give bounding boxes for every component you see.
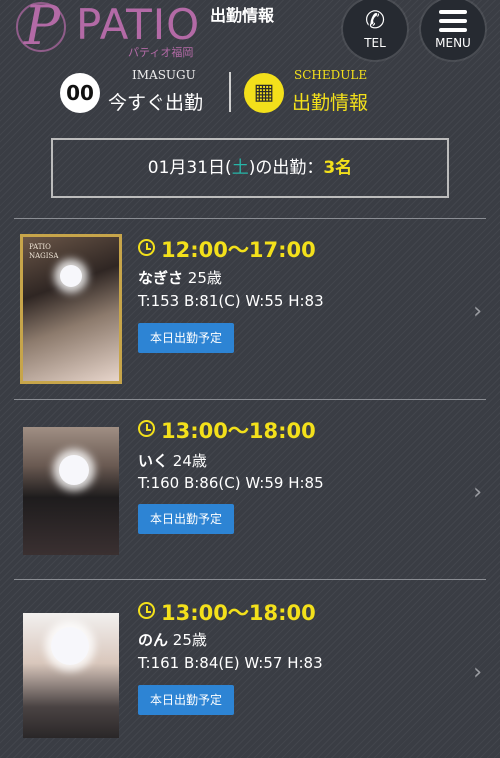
header: P PATIO パティオ福岡 出勤情報 ✆ TEL MENU bbox=[0, 0, 500, 62]
photo-watermark: PATIO NAGISA bbox=[29, 243, 59, 260]
chevron-right-icon[interactable]: › bbox=[473, 480, 482, 505]
nav-imasugu[interactable]: 00 IMASUGU 今すぐ出勤 bbox=[60, 68, 226, 116]
chevron-right-icon[interactable]: › bbox=[473, 299, 482, 324]
cast-name: いく bbox=[138, 452, 169, 470]
logo-subtext: パティオ福岡 bbox=[128, 46, 194, 59]
shift-time-text: 13:00〜18:00 bbox=[161, 419, 316, 443]
calendar-icon: ▦ bbox=[244, 73, 284, 113]
cast-name: なぎさ bbox=[138, 269, 184, 287]
status-badge[interactable]: 本日出勤予定 bbox=[138, 323, 234, 353]
clock-icon bbox=[138, 420, 155, 437]
cast-age: 25歳 bbox=[172, 631, 207, 649]
clock-icon bbox=[138, 602, 155, 619]
menu-label: MENU bbox=[435, 36, 471, 50]
imasugu-small-label: IMASUGU bbox=[132, 68, 196, 82]
cast-name-row: なぎさ 25歳 bbox=[138, 267, 222, 288]
cast-age: 24歳 bbox=[172, 452, 207, 470]
cast-name: のん bbox=[138, 631, 169, 649]
summary-day-of-week: 土 bbox=[231, 158, 249, 178]
cast-name-row: いく 24歳 bbox=[138, 450, 207, 471]
schedule-small-label: SCHEDULE bbox=[294, 68, 368, 82]
page-title: 出勤情報 bbox=[210, 6, 275, 25]
cast-stats: T:160 B:86(C) W:59 H:85 bbox=[138, 474, 324, 492]
shift-time: 13:00〜18:00 bbox=[138, 597, 316, 627]
shift-time: 12:00〜17:00 bbox=[138, 234, 316, 264]
summary-count: 3名 bbox=[323, 158, 353, 178]
top-nav: 00 IMASUGU 今すぐ出勤 ▦ SCHEDULE 出勤情報 bbox=[0, 68, 500, 116]
hamburger-icon bbox=[439, 10, 467, 32]
status-badge[interactable]: 本日出勤予定 bbox=[138, 504, 234, 534]
shift-time-text: 13:00〜18:00 bbox=[161, 601, 316, 625]
menu-button[interactable]: MENU bbox=[421, 0, 485, 60]
schedule-label: 出勤情報 bbox=[292, 92, 369, 114]
face-blur bbox=[59, 455, 89, 485]
logo-monogram: P bbox=[23, 0, 61, 57]
logo-text: PATIO bbox=[76, 0, 201, 49]
phone-icon: ✆ bbox=[364, 6, 386, 34]
cast-photo[interactable]: PATIO NAGISA bbox=[20, 234, 122, 384]
site-logo[interactable]: P PATIO パティオ福岡 bbox=[12, 0, 212, 59]
tel-label: TEL bbox=[364, 36, 386, 50]
shift-time-text: 12:00〜17:00 bbox=[161, 238, 316, 262]
face-blur bbox=[51, 627, 89, 665]
shift-time: 13:00〜18:00 bbox=[138, 415, 316, 445]
status-badge[interactable]: 本日出勤予定 bbox=[138, 685, 234, 715]
imasugu-label: 今すぐ出勤 bbox=[108, 92, 204, 114]
attendance-summary: 01月31日(土)の出勤：3名 bbox=[51, 138, 449, 198]
nav-schedule[interactable]: ▦ SCHEDULE 出勤情報 bbox=[244, 68, 404, 116]
nav-divider bbox=[229, 72, 231, 112]
cast-photo[interactable] bbox=[23, 427, 119, 555]
cast-entry[interactable]: PATIO NAGISA 12:00〜17:00 なぎさ 25歳 T:153 B… bbox=[14, 218, 486, 400]
summary-date-suffix: )の出勤： bbox=[248, 158, 324, 178]
imasugu-count-badge: 00 bbox=[60, 73, 100, 113]
cast-photo[interactable] bbox=[23, 613, 119, 738]
cast-stats: T:161 B:84(E) W:57 H:83 bbox=[138, 654, 323, 672]
cast-entry[interactable]: 13:00〜18:00 いく 24歳 T:160 B:86(C) W:59 H:… bbox=[14, 399, 486, 581]
tel-button[interactable]: ✆ TEL bbox=[343, 0, 407, 60]
cast-age: 25歳 bbox=[187, 269, 222, 287]
face-blur bbox=[60, 265, 82, 287]
clock-icon bbox=[138, 239, 155, 256]
cast-stats: T:153 B:81(C) W:55 H:83 bbox=[138, 292, 324, 310]
cast-name-row: のん 25歳 bbox=[138, 629, 207, 650]
cast-entry[interactable]: 13:00〜18:00 のん 25歳 T:161 B:84(E) W:57 H:… bbox=[14, 579, 486, 758]
chevron-right-icon[interactable]: › bbox=[473, 660, 482, 685]
summary-date-prefix: 01月31日( bbox=[147, 158, 232, 178]
